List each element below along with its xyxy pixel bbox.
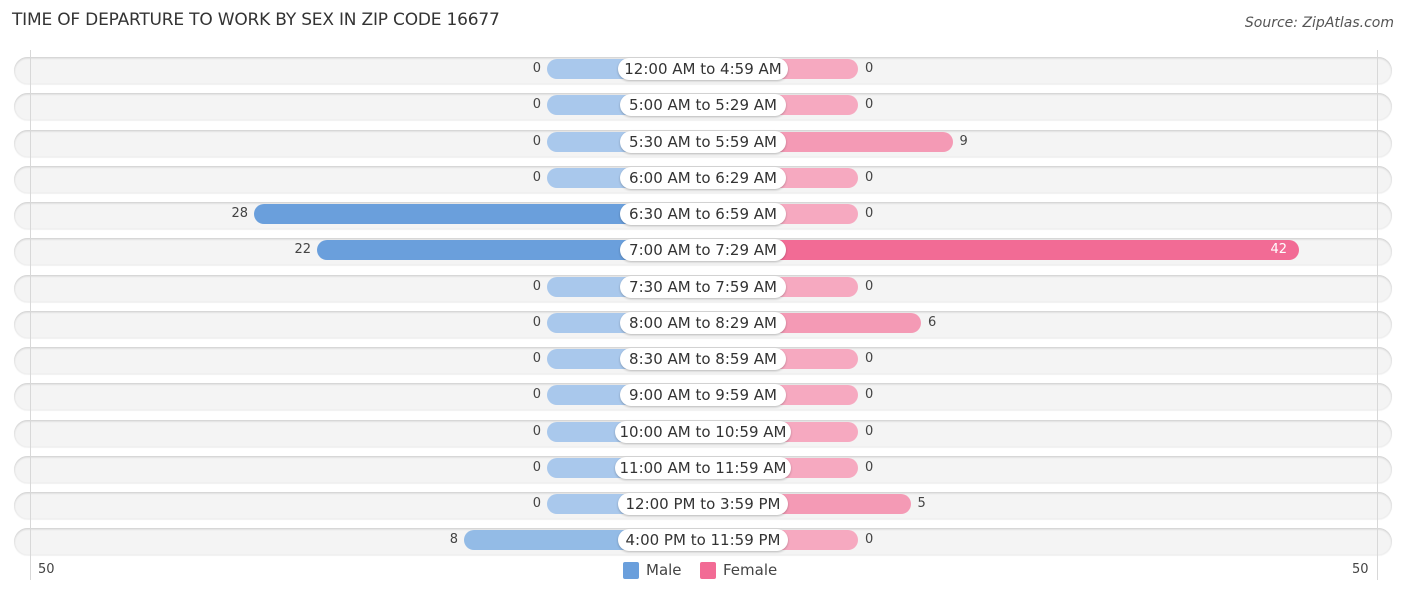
- value-label-male: 0: [532, 460, 541, 475]
- category-label: 6:30 AM to 6:59 AM: [620, 203, 786, 225]
- value-label-male: 22: [294, 242, 311, 257]
- legend-swatch-male: [623, 561, 639, 579]
- category-label: 6:00 AM to 6:29 AM: [620, 167, 786, 189]
- value-label-male: 0: [532, 315, 541, 330]
- value-label-female: 0: [865, 387, 874, 402]
- legend-item-female: Female: [700, 561, 777, 579]
- value-label-female: 0: [865, 279, 874, 294]
- value-label-female: 42: [1270, 242, 1287, 257]
- chart-title: TIME OF DEPARTURE TO WORK BY SEX IN ZIP …: [12, 10, 500, 30]
- category-label: 5:30 AM to 5:59 AM: [620, 131, 786, 153]
- value-label-male: 0: [532, 496, 541, 511]
- value-label-male: 0: [532, 424, 541, 439]
- category-label: 10:00 AM to 10:59 AM: [615, 421, 791, 443]
- value-label-female: 0: [865, 424, 874, 439]
- value-label-male: 28: [231, 206, 248, 221]
- value-label-female: 6: [928, 315, 937, 330]
- category-label: 7:30 AM to 7:59 AM: [620, 276, 786, 298]
- value-label-female: 0: [865, 206, 874, 221]
- category-label: 9:00 AM to 9:59 AM: [620, 384, 786, 406]
- value-label-male: 0: [532, 387, 541, 402]
- value-label-male: 0: [532, 351, 541, 366]
- value-label-male: 0: [532, 97, 541, 112]
- category-label: 12:00 AM to 4:59 AM: [618, 58, 788, 80]
- legend-label-female: Female: [723, 561, 778, 579]
- category-label: 11:00 AM to 11:59 AM: [615, 457, 791, 479]
- axis-line-right: [1377, 50, 1378, 580]
- category-label: 5:00 AM to 5:29 AM: [620, 94, 786, 116]
- value-label-female: 0: [865, 170, 874, 185]
- category-label: 8:30 AM to 8:59 AM: [620, 348, 786, 370]
- value-label-female: 0: [865, 351, 874, 366]
- source-label: Source: ZipAtlas.com: [1244, 15, 1394, 31]
- category-label: 12:00 PM to 3:59 PM: [618, 493, 788, 515]
- value-label-male: 0: [532, 170, 541, 185]
- value-label-female: 0: [865, 532, 874, 547]
- value-label-female: 9: [959, 134, 968, 149]
- category-label: 4:00 PM to 11:59 PM: [618, 529, 788, 551]
- value-label-male: 8: [449, 532, 458, 547]
- axis-tick-right: 50: [1352, 562, 1369, 577]
- value-label-female: 0: [865, 97, 874, 112]
- category-label: 8:00 AM to 8:29 AM: [620, 312, 786, 334]
- value-label-female: 5: [917, 496, 926, 511]
- axis-tick-left: 50: [38, 562, 55, 577]
- legend-item-male: Male: [623, 561, 682, 579]
- value-label-male: 0: [532, 134, 541, 149]
- value-label-female: 0: [865, 460, 874, 475]
- value-label-male: 0: [532, 61, 541, 76]
- category-label: 7:00 AM to 7:29 AM: [620, 239, 786, 261]
- value-label-female: 0: [865, 61, 874, 76]
- value-label-male: 0: [532, 279, 541, 294]
- axis-line-left: [30, 50, 31, 580]
- legend-swatch-female: [700, 561, 716, 579]
- legend-label-male: Male: [646, 561, 682, 579]
